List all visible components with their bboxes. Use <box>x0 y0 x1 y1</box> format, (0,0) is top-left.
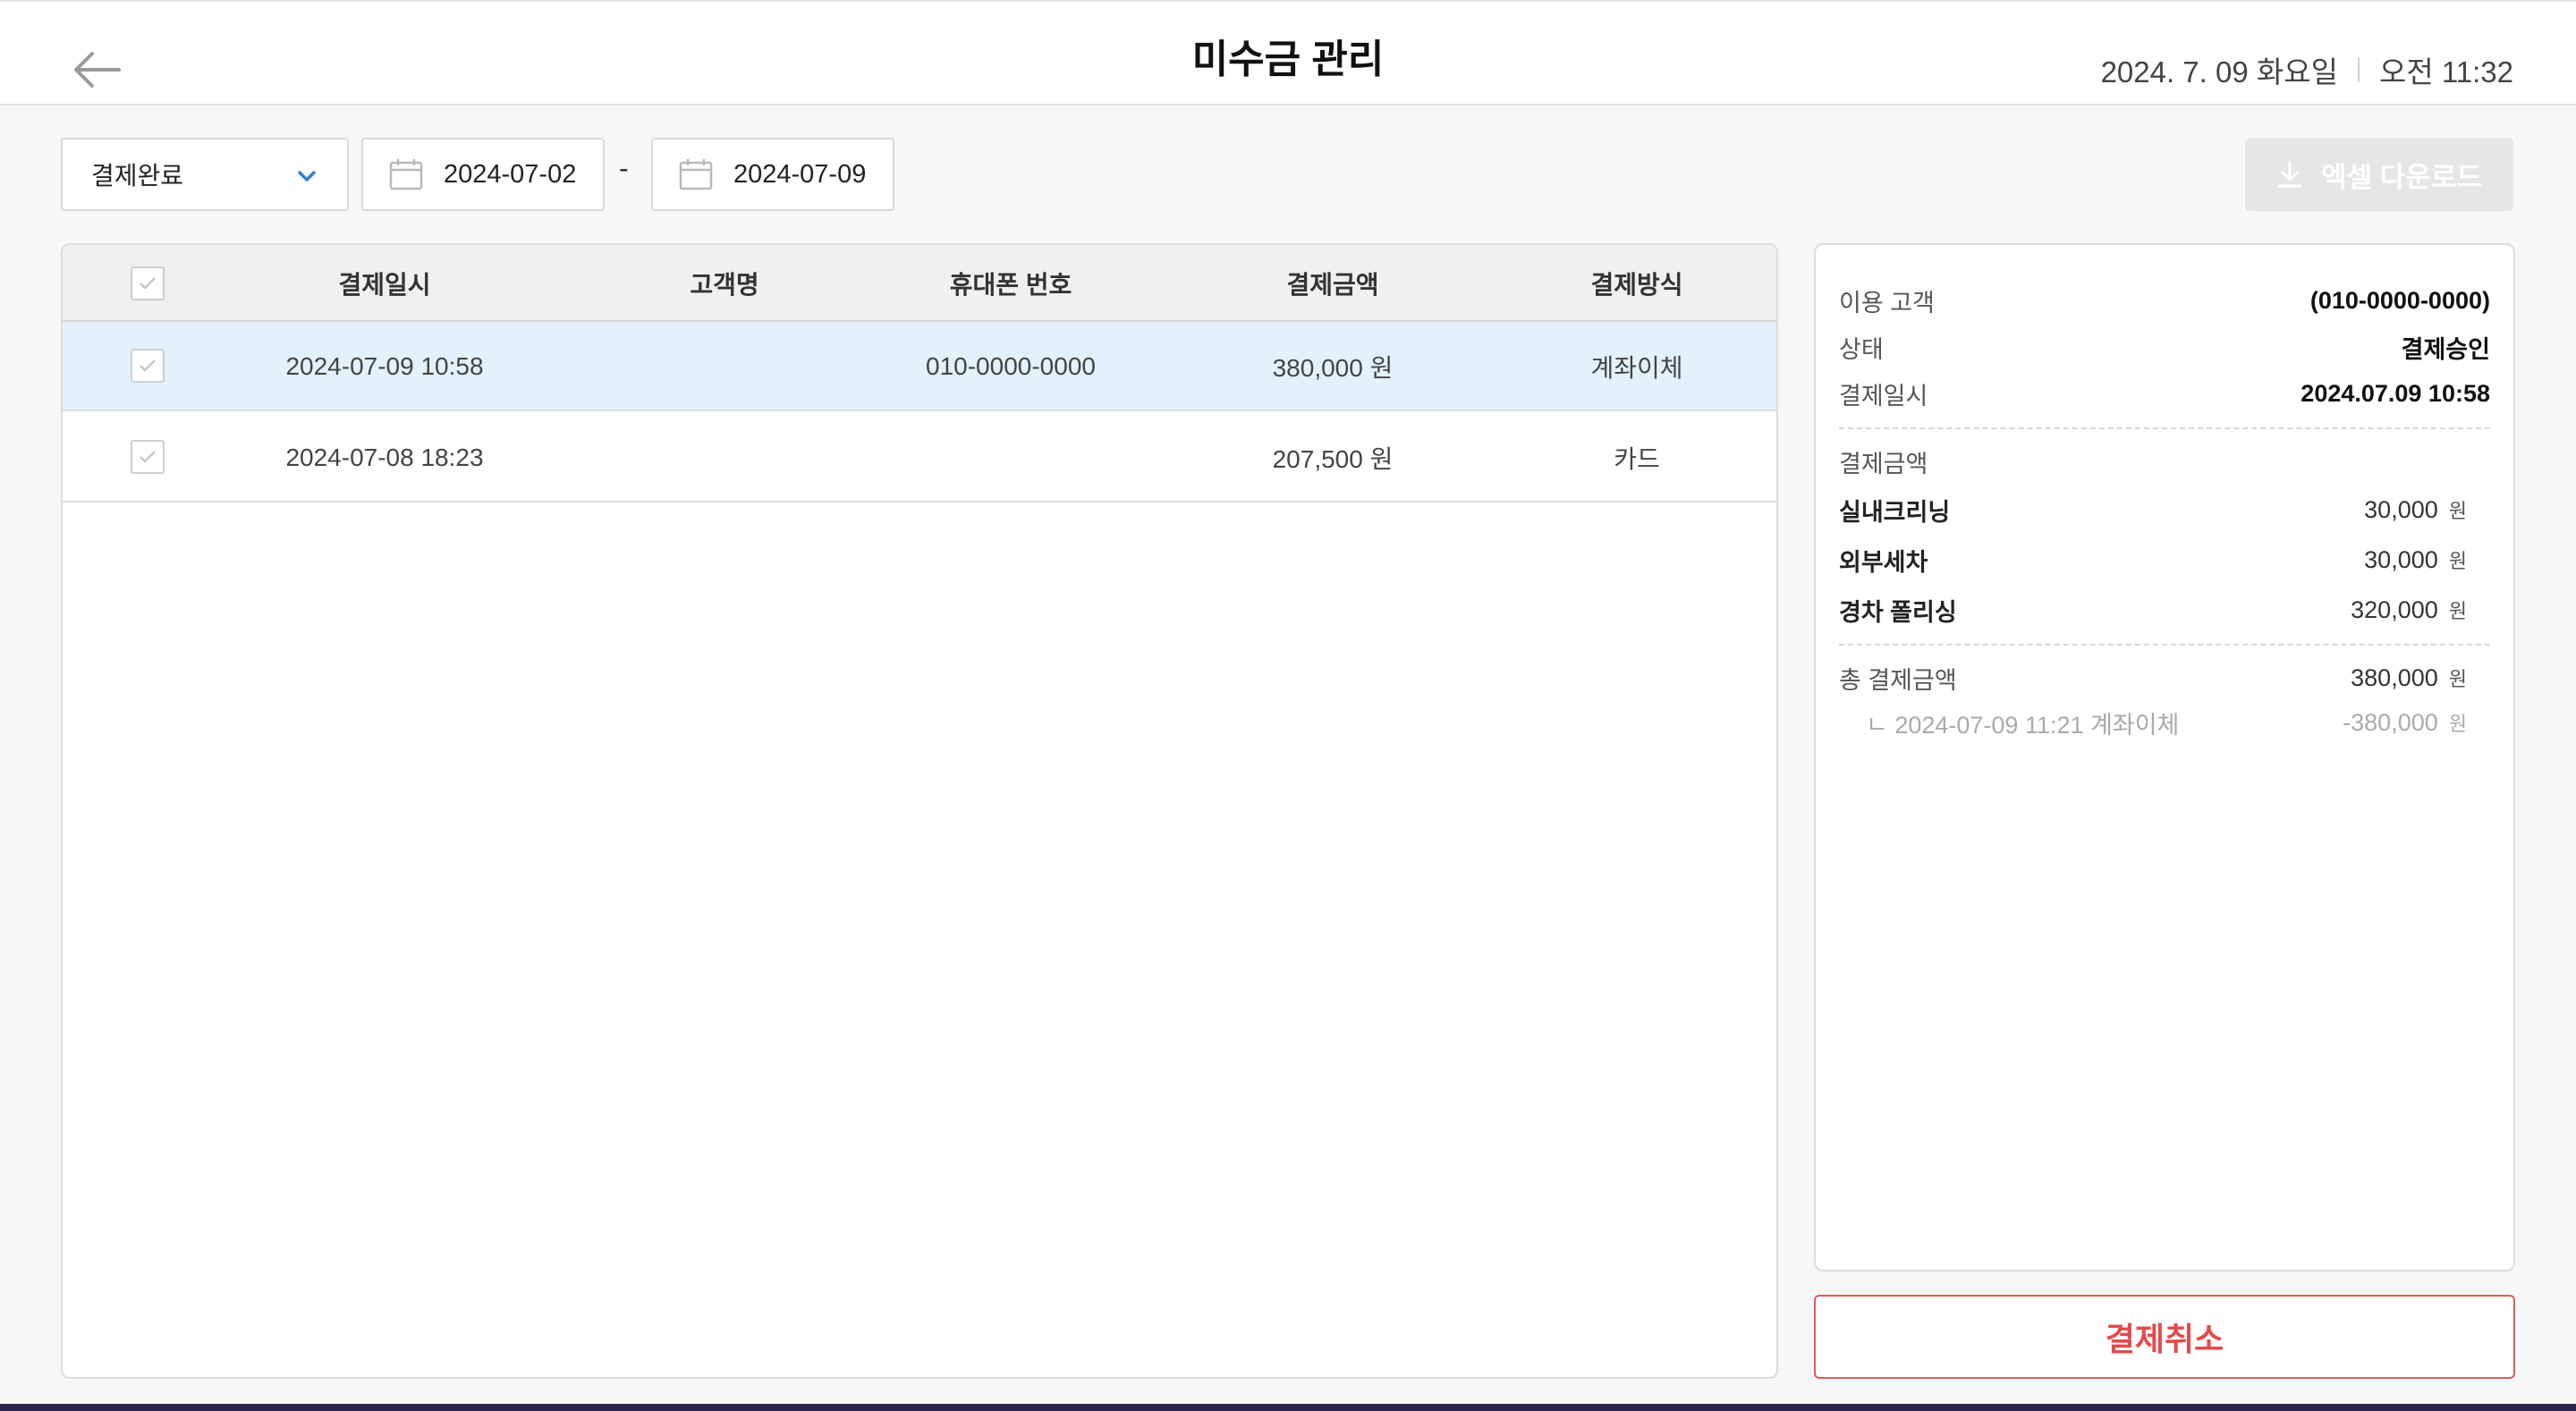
divider <box>1839 644 2490 646</box>
detail-customer-value: (010-0000-0000) <box>2309 286 2490 314</box>
check-icon <box>140 277 156 290</box>
cancel-payment-button[interactable]: 결제취소 <box>1814 1295 2515 1379</box>
detail-customer-label: 이용 고객 <box>1839 289 1935 317</box>
excel-download-label: 엑셀 다운로드 <box>2321 161 2482 193</box>
start-date-value: 2024-07-02 <box>444 159 577 189</box>
detail-paid-at-value: 2024.07.09 10:58 <box>2301 379 2490 407</box>
download-icon <box>2276 160 2303 189</box>
detail-total-row: 총 결제금액 380,000 원 <box>1839 660 2490 696</box>
column-header-paid-at: 결제일시 <box>338 271 431 299</box>
cell-method: 계좌이체 <box>1590 354 1683 382</box>
detail-status-label: 상태 <box>1839 335 1884 363</box>
current-time: 오전 11:32 <box>2378 55 2513 89</box>
end-date-value: 2024-07-09 <box>733 159 867 189</box>
window-bottom-edge <box>0 1404 2576 1411</box>
column-header-phone: 휴대폰 번호 <box>949 271 1072 299</box>
cell-phone: 010-0000-0000 <box>926 352 1096 380</box>
cell-amount: 380,000 원 <box>1272 354 1394 382</box>
total-label: 총 결제금액 <box>1839 666 1957 694</box>
total-unit: 원 <box>2448 668 2467 690</box>
column-header-method: 결제방식 <box>1590 271 1683 299</box>
item-unit: 원 <box>2448 600 2467 622</box>
detail-item-row: 실내크리닝 30,000 원 <box>1839 492 2490 528</box>
app-frame: 미수금 관리 2024. 7. 09 화요일 오전 11:32 결제완료 202… <box>0 0 2576 1411</box>
item-amount: 30,000 <box>2364 496 2438 523</box>
column-header-amount: 결제금액 <box>1286 271 1379 299</box>
start-date-picker[interactable]: 2024-07-02 <box>361 138 605 211</box>
row-checkbox[interactable] <box>131 440 165 474</box>
detail-item-row: 외부세차 30,000 원 <box>1839 542 2490 578</box>
calendar-icon <box>388 158 424 190</box>
table-header: 결제일시 고객명 휴대폰 번호 결제금액 결제방식 <box>63 245 1776 322</box>
cell-amount: 207,500 원 <box>1272 445 1394 473</box>
calendar-icon <box>678 158 714 190</box>
column-header-customer-name: 고객명 <box>690 271 759 299</box>
chevron-down-icon <box>298 171 316 182</box>
table-row[interactable]: 2024-07-09 10:58 010-0000-0000 380,000 원… <box>63 322 1776 411</box>
current-date: 2024. 7. 09 화요일 <box>2100 55 2338 89</box>
item-amount: 30,000 <box>2364 546 2438 573</box>
date-range-separator: - <box>619 152 629 184</box>
end-date-picker[interactable]: 2024-07-09 <box>651 138 894 211</box>
excel-download-button[interactable]: 엑셀 다운로드 <box>2245 138 2513 211</box>
table-row[interactable]: 2024-07-08 18:23 207,500 원 카드 <box>63 413 1776 503</box>
cell-paid-at: 2024-07-08 18:23 <box>285 444 484 471</box>
header: 미수금 관리 2024. 7. 09 화요일 오전 11:32 <box>0 0 2576 106</box>
item-name: 실내크리닝 <box>1839 498 1951 526</box>
cell-phone <box>850 413 1172 503</box>
detail-sub-payment-row: ㄴ 2024-07-09 11:21 계좌이체 -380,000 원 <box>1839 705 2490 740</box>
item-name: 경차 폴리싱 <box>1839 598 1957 626</box>
detail-paid-at-label: 결제일시 <box>1839 382 1928 410</box>
sub-payment-unit: 원 <box>2448 713 2467 735</box>
detail-item-row: 경차 폴리싱 320,000 원 <box>1839 592 2490 628</box>
status-filter-select[interactable]: 결제완료 <box>61 138 349 211</box>
check-icon <box>140 451 156 463</box>
payment-detail-panel: 이용 고객 (010-0000-0000) 상태 결제승인 결제일시 2024.… <box>1814 243 2515 1272</box>
sub-payment-label: ㄴ 2024-07-09 11:21 계좌이체 <box>1866 711 2180 739</box>
detail-amount-section-label: 결제금액 <box>1839 450 1928 477</box>
detail-status-value: 결제승인 <box>2401 335 2490 363</box>
item-name: 외부세차 <box>1839 548 1928 576</box>
detail-paid-at-row: 결제일시 2024.07.09 10:58 <box>1839 376 2490 411</box>
item-unit: 원 <box>2448 550 2467 572</box>
cell-customer-name <box>635 413 814 503</box>
divider <box>1839 427 2490 429</box>
select-all-checkbox[interactable] <box>131 266 165 300</box>
status-filter-value: 결제완료 <box>91 162 184 190</box>
check-icon <box>140 359 156 372</box>
detail-status-row: 상태 결제승인 <box>1839 329 2490 365</box>
payments-table: 결제일시 고객명 휴대폰 번호 결제금액 결제방식 2024-07-09 10:… <box>61 243 1778 1379</box>
item-amount: 320,000 <box>2351 596 2438 623</box>
total-amount: 380,000 <box>2351 664 2438 691</box>
item-unit: 원 <box>2448 500 2467 522</box>
current-datetime: 2024. 7. 09 화요일 오전 11:32 <box>2101 48 2513 91</box>
row-checkbox[interactable] <box>131 349 165 383</box>
cell-customer-name <box>635 322 814 411</box>
cell-paid-at: 2024-07-09 10:58 <box>285 352 484 380</box>
detail-amount-section-row: 결제금액 <box>1839 444 2490 479</box>
datetime-divider <box>2357 57 2360 82</box>
cell-method: 카드 <box>1614 445 1660 473</box>
sub-payment-amount: -380,000 <box>2343 709 2438 736</box>
detail-customer-row: 이용 고객 (010-0000-0000) <box>1839 283 2490 318</box>
